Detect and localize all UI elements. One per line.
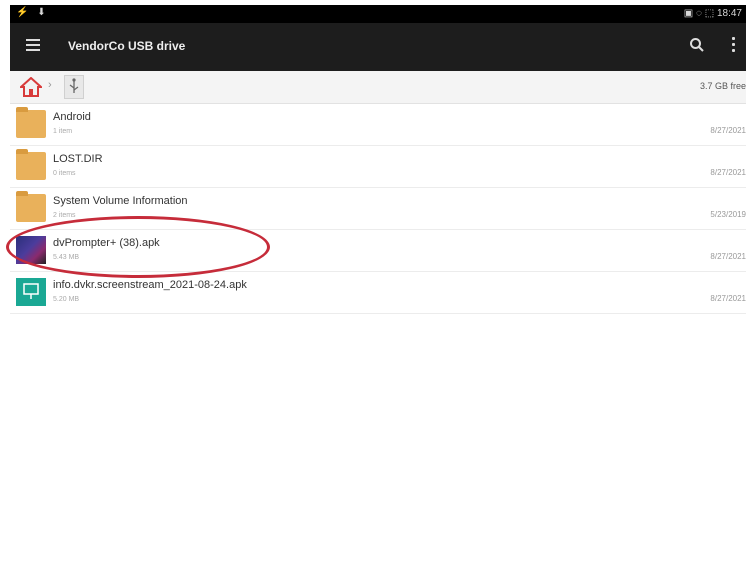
file-meta: 0 items [53,170,76,177]
usb-drive-icon[interactable] [64,75,84,99]
file-name: Android [53,111,91,123]
search-icon[interactable] [688,36,706,54]
file-name: dvPrompter+ (38).apk [53,237,160,249]
apk-icon [16,278,46,306]
file-date: 8/27/2021 [710,252,746,261]
file-name: System Volume Information [53,195,188,207]
status-icons-left: ⚡ ⬇ [16,7,49,18]
file-date: 5/23/2019 [710,210,746,219]
file-name: LOST.DIR [53,153,103,165]
file-row-system-volume-information[interactable]: System Volume Information 2 items 5/23/2… [10,188,746,230]
folder-icon [16,191,46,222]
file-meta: 1 item [53,128,73,135]
home-icon[interactable] [20,77,42,97]
file-date: 8/27/2021 [710,126,746,135]
file-date: 8/27/2021 [710,168,746,177]
menu-icon[interactable] [26,39,40,53]
apk-icon [16,236,46,264]
folder-icon [16,107,46,138]
status-bar: ⚡ ⬇ ▣ ◌ ⬚ 18:47 [10,5,746,23]
more-options-icon[interactable] [728,37,738,55]
file-row-lost-dir[interactable]: LOST.DIR 0 items 8/27/2021 [10,146,746,188]
breadcrumb: › 3.7 GB free [10,71,746,104]
file-date: 8/27/2021 [710,294,746,303]
breadcrumb-separator: › [48,79,52,91]
file-meta: 5.20 MB [53,296,80,303]
app-bar: VendorCo USB drive [10,23,746,71]
file-row-android[interactable]: Android 1 item 8/27/2021 [10,104,746,146]
file-name: info.dvkr.screenstream_2021-08-24.apk [53,279,247,291]
file-list: Android 1 item 8/27/2021 LOST.DIR 0 item… [10,104,746,314]
app-title: VendorCo USB drive [68,39,186,53]
free-space-label: 3.7 GB free [699,81,746,91]
status-icons-right: ▣ ◌ ⬚ 18:47 [683,8,742,19]
file-meta: 2 items [53,212,76,219]
folder-icon [16,149,46,180]
file-row-dvprompter-apk[interactable]: dvPrompter+ (38).apk 5.43 MB 8/27/2021 [10,230,746,272]
file-row-screenstream-apk[interactable]: info.dvkr.screenstream_2021-08-24.apk 5.… [10,272,746,314]
file-meta: 5.43 MB [53,254,80,261]
